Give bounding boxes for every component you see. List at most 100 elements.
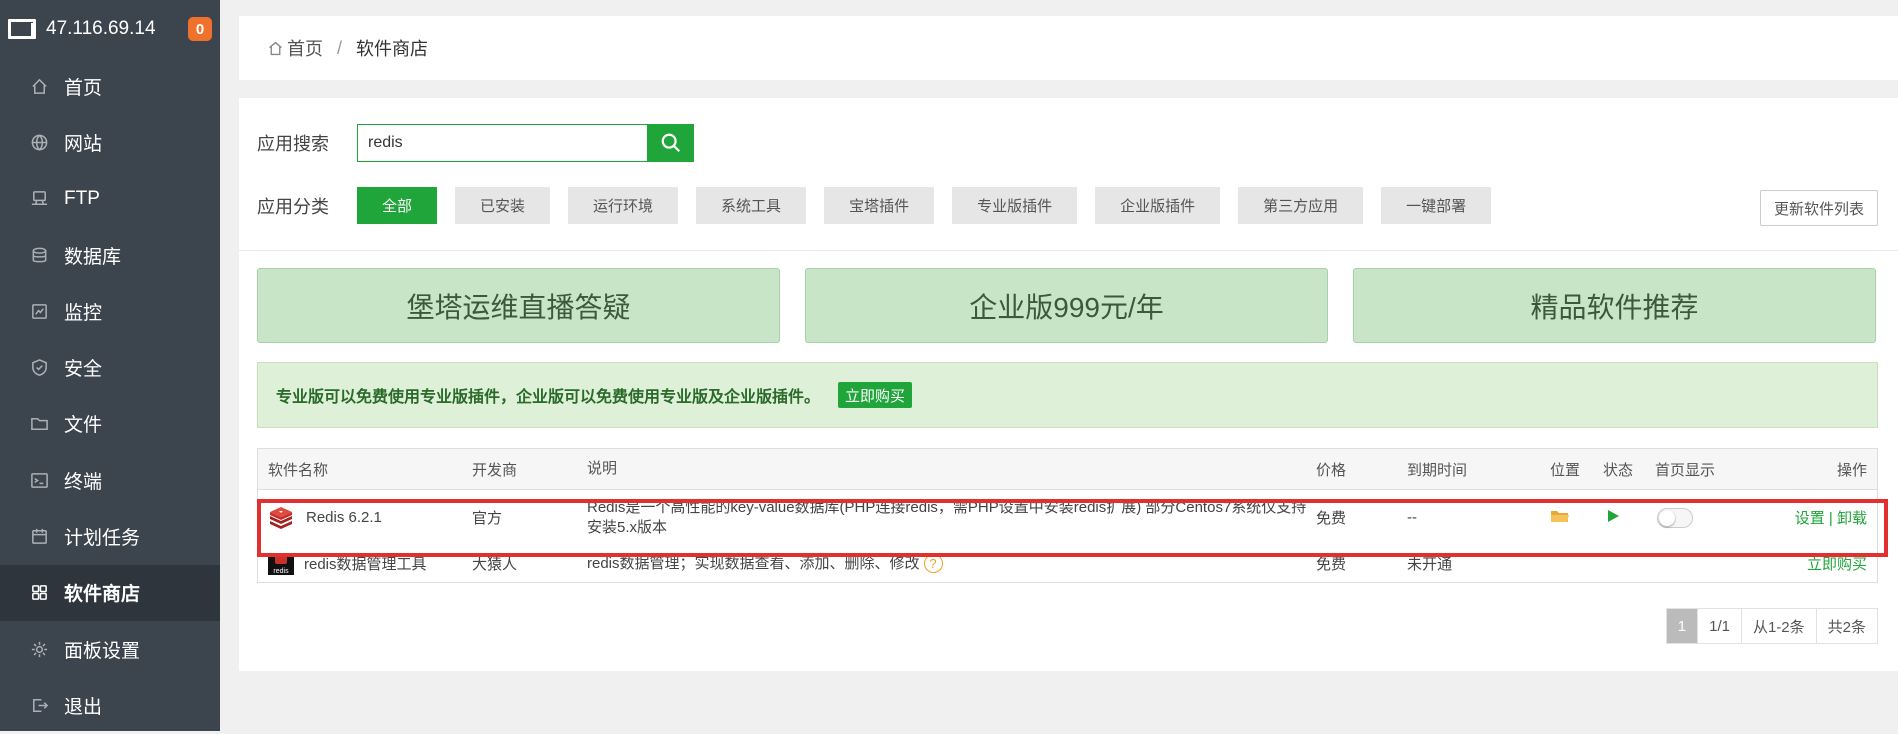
- ftp-icon: [29, 189, 49, 209]
- server-ip: 47.116.69.14: [46, 18, 156, 39]
- category-button[interactable]: 运行环境: [568, 187, 679, 224]
- search-input[interactable]: [357, 124, 647, 162]
- ops-separator: |: [1828, 510, 1833, 527]
- monitor-icon: [29, 301, 49, 321]
- header-status: 状态: [1603, 461, 1634, 479]
- software-name-cell: Redis 6.2.1: [268, 505, 382, 531]
- search-label: 应用搜索: [257, 134, 329, 154]
- header-expire[interactable]: 到期时间: [1407, 459, 1467, 480]
- table-row[interactable]: Redis 6.2.1 官方 Redis是一个高性能的key-value数据库(…: [257, 490, 1878, 545]
- sidebar-item-label: 监控: [64, 302, 103, 324]
- sidebar-item-label: 网站: [64, 133, 103, 155]
- settings-link[interactable]: 设置: [1795, 510, 1825, 527]
- sidebar-item-label: 面板设置: [64, 640, 141, 662]
- table-header: 软件名称 开发商 说明 价格 到期时间 位置 状态 首页显示 操作: [257, 448, 1878, 490]
- refresh-list-button[interactable]: 更新软件列表: [1760, 190, 1879, 226]
- category-button[interactable]: 专业版插件: [952, 187, 1078, 224]
- breadcrumb-current: 软件商店: [356, 39, 429, 59]
- software-name-cell: redis redis数据管理工具: [268, 552, 427, 575]
- uninstall-link[interactable]: 卸载: [1837, 510, 1867, 527]
- buy-now-button[interactable]: 立即购买: [838, 382, 913, 408]
- banner-enterprise[interactable]: 企业版999元/年: [805, 268, 1328, 343]
- banner-row: 堡塔运维直播答疑 企业版999元/年 精品软件推荐: [257, 268, 1876, 343]
- notice-bar: 专业版可以免费使用专业版插件，企业版可以免费使用专业版及企业版插件。 立即购买: [257, 362, 1878, 428]
- home-display-toggle[interactable]: [1657, 507, 1693, 528]
- category-button[interactable]: 企业版插件: [1095, 187, 1221, 224]
- notification-badge[interactable]: 0: [188, 17, 212, 41]
- buy-now-link[interactable]: 立即购买: [1807, 553, 1867, 574]
- search-icon: [661, 133, 680, 153]
- sidebar-item-label: 终端: [64, 471, 103, 493]
- sidebar: 47.116.69.14 0 首页网站 FTP 数据库监控安全文件终端计划任务软件商…: [0, 0, 220, 731]
- page-current[interactable]: 1: [1666, 609, 1699, 643]
- banner-recommend[interactable]: 精品软件推荐: [1353, 268, 1876, 343]
- category-button[interactable]: 宝塔插件: [824, 187, 935, 224]
- sidebar-item-4[interactable]: 监控: [0, 283, 220, 339]
- help-icon[interactable]: ?: [923, 554, 943, 574]
- search-button[interactable]: [647, 124, 694, 162]
- sidebar-item-9[interactable]: 软件商店: [0, 564, 220, 621]
- sidebar-item-label: FTP: [64, 187, 100, 209]
- breadcrumb-home-label: 首页: [287, 39, 323, 59]
- sidebar-item-8[interactable]: 计划任务: [0, 508, 220, 564]
- header-name[interactable]: 软件名称: [268, 459, 328, 480]
- category-label: 应用分类: [257, 196, 329, 217]
- category-button[interactable]: 已安装: [455, 187, 551, 224]
- home-icon: [29, 76, 49, 96]
- sidebar-item-0[interactable]: 首页: [0, 58, 220, 114]
- sidebar-item-5[interactable]: 安全: [0, 339, 220, 395]
- banner-live-qa[interactable]: 堡塔运维直播答疑: [257, 268, 780, 343]
- home-icon: [269, 41, 282, 55]
- open-folder-icon[interactable]: [1550, 508, 1570, 528]
- header-price[interactable]: 价格: [1316, 459, 1346, 480]
- server-header: 47.116.69.14 0: [0, 0, 220, 58]
- software-store-panel: 应用搜索 应用分类 全部已安装运行环境系统工具宝塔插件专业版插件企业版插件第三方…: [239, 98, 1898, 671]
- sidebar-item-label: 数据库: [64, 246, 122, 268]
- sidebar-item-label: 首页: [64, 77, 103, 99]
- sidebar-item-1[interactable]: 网站: [0, 114, 220, 170]
- database-icon: [29, 245, 49, 265]
- sidebar-item-7[interactable]: 终端: [0, 452, 220, 508]
- page-count: 1/1: [1698, 609, 1742, 643]
- sidebar-item-2[interactable]: FTP: [0, 171, 220, 227]
- breadcrumb: 首页 / 软件商店: [239, 16, 1898, 80]
- category-button[interactable]: 全部: [357, 187, 438, 224]
- calendar-icon: [29, 527, 49, 547]
- sidebar-item-label: 退出: [64, 696, 103, 718]
- sidebar-item-6[interactable]: 文件: [0, 396, 220, 452]
- play-status-icon[interactable]: [1605, 508, 1621, 528]
- software-name: Redis 6.2.1: [306, 509, 382, 526]
- sidebar-item-11[interactable]: 退出: [0, 677, 220, 733]
- notice-text: 专业版可以免费使用专业版插件，企业版可以免费使用专业版及企业版插件。: [276, 389, 821, 406]
- header-desc: 说明: [587, 460, 618, 477]
- page-total: 共2条: [1827, 618, 1866, 636]
- apps-icon: [29, 583, 49, 603]
- expire-time: --: [1407, 509, 1417, 526]
- sidebar-item-label: 安全: [64, 359, 103, 381]
- redis-tool-icon: redis: [268, 552, 294, 575]
- terminal-icon: [29, 470, 49, 490]
- table-row[interactable]: redis redis数据管理工具 大猿人 redis数据管理；实现数据查看、添…: [257, 545, 1878, 583]
- category-button[interactable]: 一键部署: [1381, 187, 1492, 224]
- sidebar-item-label: 计划任务: [64, 528, 141, 550]
- expire-time: 未开通: [1407, 556, 1453, 573]
- shield-icon: [29, 358, 49, 378]
- gear-icon: [29, 639, 49, 659]
- category-button[interactable]: 系统工具: [696, 187, 807, 224]
- sidebar-item-3[interactable]: 数据库: [0, 227, 220, 283]
- category-button[interactable]: 第三方应用: [1238, 187, 1364, 224]
- page-range: 从1-2条: [1742, 609, 1817, 643]
- header-home-display: 首页显示: [1655, 461, 1716, 479]
- breadcrumb-home[interactable]: 首页: [267, 35, 323, 61]
- breadcrumb-separator: /: [337, 37, 343, 58]
- software-name: redis数据管理工具: [304, 556, 427, 573]
- divider: [239, 250, 1898, 251]
- developer: 官方: [472, 510, 503, 527]
- price: 免费: [1316, 510, 1347, 527]
- developer: 大猿人: [472, 556, 518, 573]
- sidebar-item-10[interactable]: 面板设置: [0, 621, 220, 677]
- header-location: 位置: [1550, 461, 1581, 479]
- software-table: 软件名称 开发商 说明 价格 到期时间 位置 状态 首页显示 操作 Redis …: [257, 448, 1878, 583]
- redis-icon: [270, 506, 292, 529]
- globe-icon: [29, 132, 49, 152]
